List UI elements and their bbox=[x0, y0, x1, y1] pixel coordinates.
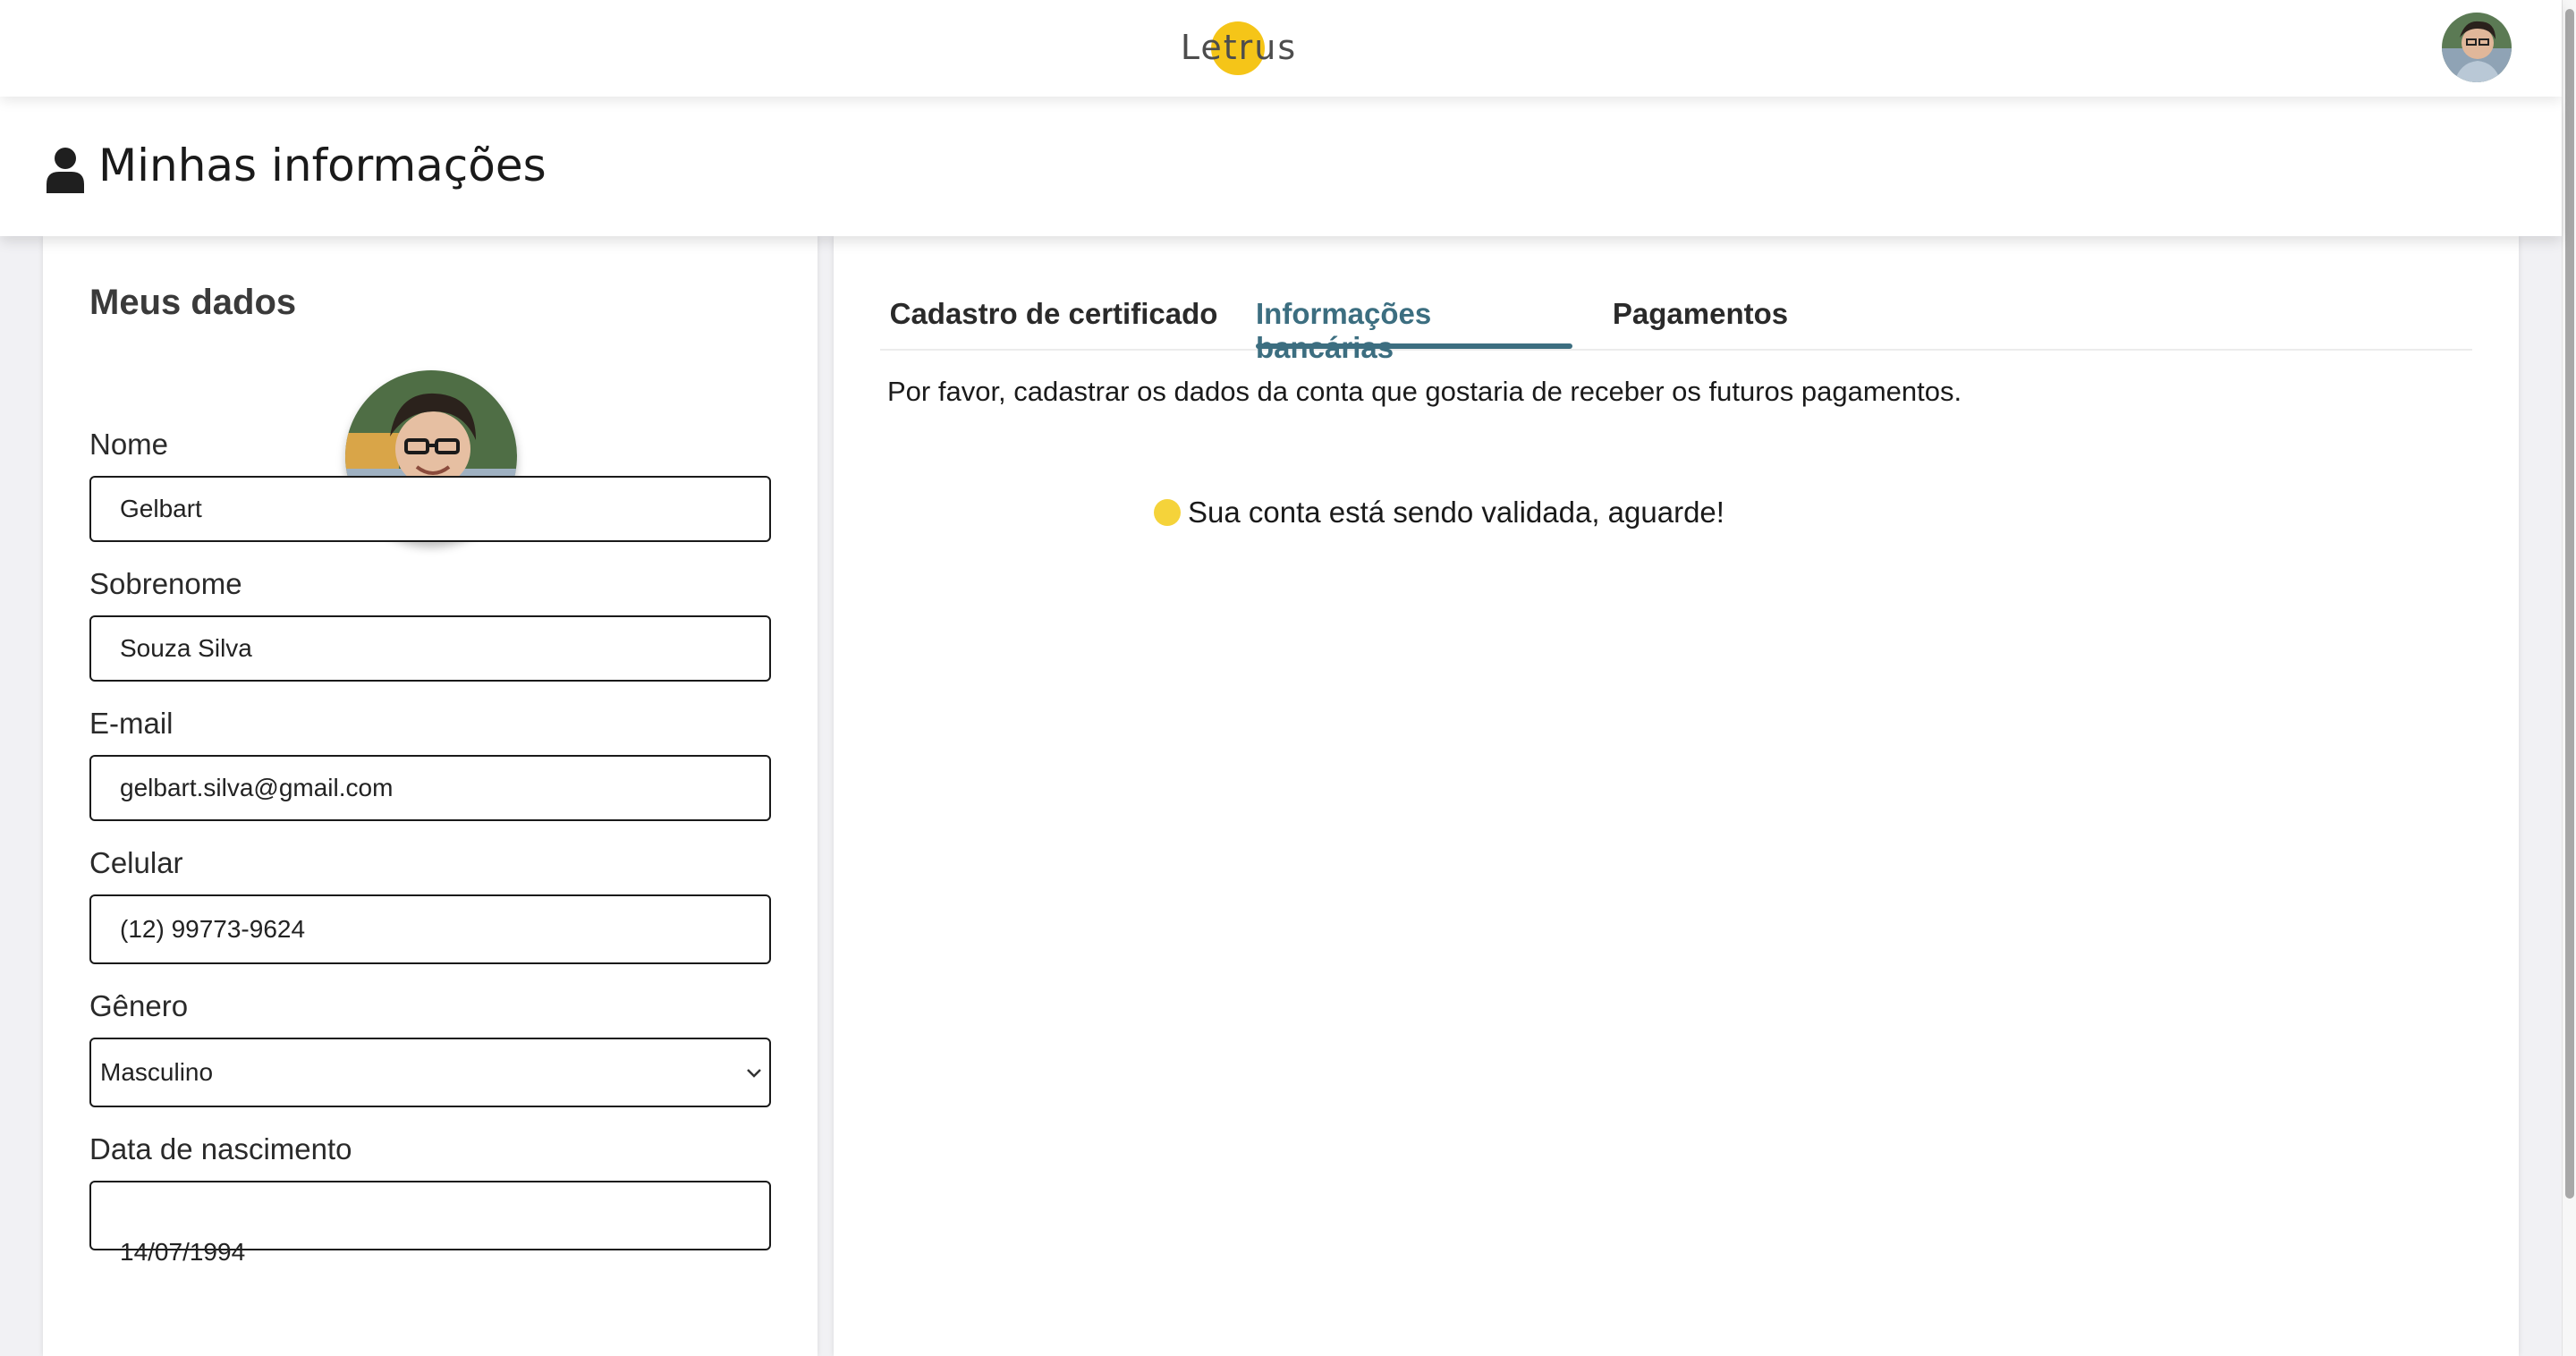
chevron-down-icon bbox=[747, 1069, 761, 1078]
active-tab-indicator bbox=[1256, 343, 1572, 349]
validation-status: Sua conta está sendo validada, aguarde! bbox=[1154, 496, 1724, 530]
genero-label: Gênero bbox=[89, 989, 189, 1022]
celular-label: Celular bbox=[89, 846, 183, 879]
email-label: E-mail bbox=[89, 707, 174, 740]
nascimento-input[interactable]: 14/07/1994 bbox=[89, 1181, 771, 1266]
validation-status-text: Sua conta está sendo validada, aguarde! bbox=[1188, 496, 1724, 529]
sobrenome-input[interactable]: Souza Silva bbox=[89, 615, 771, 682]
genero-select[interactable]: Masculino bbox=[89, 1038, 771, 1107]
logo-text: Letrus bbox=[1180, 28, 1298, 67]
person-icon bbox=[47, 148, 84, 193]
tab-informacoes-bancarias[interactable]: Informações bancárias bbox=[1256, 292, 1572, 364]
settings-card: Cadastro de certificado Informações banc… bbox=[834, 236, 2519, 1356]
nascimento-label: Data de nascimento bbox=[89, 1132, 352, 1165]
celular-input[interactable]: (12) 99773-9624 bbox=[89, 894, 771, 964]
profile-card: Meus dados Nome Gelbart Sobrenome Souza … bbox=[43, 236, 818, 1356]
genero-select-value: Masculino bbox=[100, 1058, 214, 1086]
tab-label: Pagamentos bbox=[1612, 297, 1789, 330]
page-header: Minhas informações bbox=[0, 97, 2562, 236]
page-title: Minhas informações bbox=[98, 140, 547, 191]
bank-instruction-text: Por favor, cadastrar os dados da conta q… bbox=[887, 376, 1962, 407]
tab-label: Informações bancárias bbox=[1256, 297, 1432, 364]
email-input[interactable]: gelbart.silva@gmail.com bbox=[89, 755, 771, 821]
tab-pagamentos[interactable]: Pagamentos bbox=[1594, 292, 1807, 347]
tab-cadastro-certificado[interactable]: Cadastro de certificado bbox=[880, 292, 1227, 347]
nascimento-value: 14/07/1994 bbox=[120, 1238, 246, 1266]
user-avatar[interactable] bbox=[2442, 13, 2512, 82]
profile-card-title: Meus dados bbox=[89, 283, 297, 322]
top-navigation-bar: Letrus bbox=[0, 0, 2562, 97]
nome-input[interactable]: Gelbart bbox=[89, 476, 771, 542]
status-dot-icon bbox=[1154, 499, 1181, 526]
letrus-logo[interactable]: Letrus bbox=[1181, 16, 1297, 79]
scrollbar-thumb[interactable] bbox=[2565, 9, 2574, 1199]
page-scrollbar[interactable] bbox=[2562, 0, 2576, 1356]
nome-label: Nome bbox=[89, 428, 169, 461]
tab-bar: Cadastro de certificado Informações banc… bbox=[880, 292, 2472, 364]
tab-label: Cadastro de certificado bbox=[889, 297, 1218, 330]
sobrenome-label: Sobrenome bbox=[89, 567, 242, 600]
